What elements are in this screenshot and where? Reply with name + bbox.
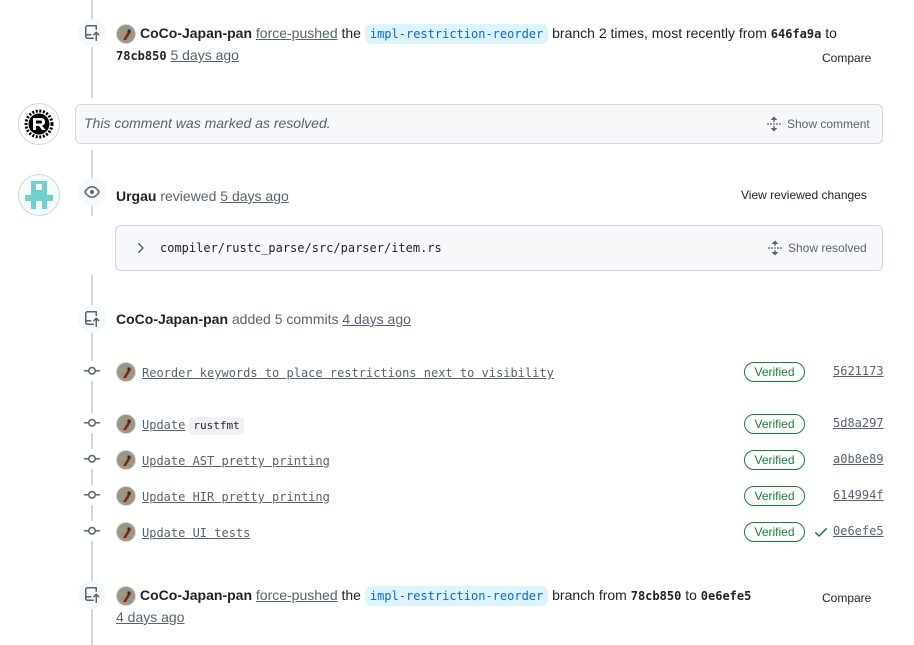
branch-label[interactable]: impl-restriction-reorder xyxy=(364,586,549,606)
commit-sha-link[interactable]: 5621173 xyxy=(833,364,884,378)
git-commit-icon xyxy=(82,485,102,505)
git-commit-icon xyxy=(82,449,102,469)
commit-message-link[interactable]: Update HIR pretty printing xyxy=(142,490,330,504)
verified-badge[interactable]: Verified xyxy=(744,522,805,542)
text-middle: branch from xyxy=(552,587,627,603)
show-comment-button[interactable]: Show comment xyxy=(766,116,870,132)
timestamp-link[interactable]: 5 days ago xyxy=(220,188,289,204)
commit-sha-link[interactable]: 0e6efe5 xyxy=(833,524,884,538)
check-icon[interactable] xyxy=(813,524,829,543)
commit-message-link[interactable]: Reorder keywords to place restrictions n… xyxy=(142,366,554,380)
chevron-right-icon[interactable] xyxy=(132,240,148,259)
verified-badge[interactable]: Verified xyxy=(744,486,805,506)
commit-message: Update AST pretty printing xyxy=(142,450,330,471)
push-event-text-line2: 4 days ago xyxy=(116,607,185,627)
commit-message: Update HIR pretty printing xyxy=(142,486,330,507)
avatar[interactable] xyxy=(116,450,136,470)
git-commit-icon xyxy=(82,361,102,381)
inline-code[interactable]: rustfmt xyxy=(189,417,244,435)
text-to: to xyxy=(825,25,837,41)
author-link[interactable]: CoCo-Japan-pan xyxy=(140,587,252,603)
author-link[interactable]: CoCo-Japan-pan xyxy=(116,311,228,327)
compare-button[interactable]: Compare xyxy=(822,591,871,605)
compare-button[interactable]: Compare xyxy=(822,51,871,65)
verified-badge[interactable]: Verified xyxy=(744,362,805,382)
view-reviewed-changes-button[interactable]: View reviewed changes xyxy=(741,188,867,202)
git-commit-icon xyxy=(82,521,102,541)
verified-badge[interactable]: Verified xyxy=(744,450,805,470)
text-added-commits: added 5 commits xyxy=(231,311,339,327)
commit-message-link[interactable]: Update UI tests xyxy=(142,526,250,540)
push-event-text: CoCo-Japan-pan force-pushed the impl-res… xyxy=(140,585,751,606)
text-the: the xyxy=(341,25,361,41)
avatar[interactable] xyxy=(18,174,60,216)
force-pushed-link[interactable]: force-pushed xyxy=(256,587,338,603)
git-commit-icon xyxy=(82,413,102,433)
from-sha[interactable]: 646fa9a xyxy=(771,27,822,41)
avatar[interactable] xyxy=(116,522,136,542)
commit-message: Reorder keywords to place restrictions n… xyxy=(142,362,554,383)
avatar[interactable] xyxy=(116,24,136,44)
text-to: to xyxy=(685,587,697,603)
commit-sha-link[interactable]: a0b8e89 xyxy=(833,452,884,466)
text-reviewed: reviewed xyxy=(160,188,217,204)
author-link[interactable]: CoCo-Japan-pan xyxy=(140,25,252,41)
commit-message-link[interactable]: Update AST pretty printing xyxy=(142,454,330,468)
commit-message: Update UI tests xyxy=(142,522,250,543)
timestamp-link[interactable]: 4 days ago xyxy=(342,311,411,327)
repo-push-icon xyxy=(78,581,106,609)
unfold-icon xyxy=(768,240,782,256)
file-path[interactable]: compiler/rustc_parse/src/parser/item.rs xyxy=(160,241,442,255)
timeline-line xyxy=(91,0,93,98)
text-the: the xyxy=(341,587,361,603)
repo-push-icon xyxy=(78,305,106,333)
avatar[interactable] xyxy=(116,362,136,382)
eye-icon xyxy=(78,178,106,206)
avatar[interactable] xyxy=(116,414,136,434)
identicon-avatar xyxy=(25,181,53,209)
to-sha[interactable]: 0e6efe5 xyxy=(701,589,752,603)
review-event-text: Urgau reviewed 5 days ago xyxy=(116,186,289,206)
commit-message: Update rustfmt xyxy=(142,414,244,435)
show-comment-label: Show comment xyxy=(787,117,870,131)
avatar[interactable] xyxy=(18,103,60,145)
push-event-text: CoCo-Japan-pan force-pushed the impl-res… xyxy=(140,23,837,44)
timestamp-link[interactable]: 4 days ago xyxy=(116,609,185,625)
verified-badge[interactable]: Verified xyxy=(744,414,805,434)
unfold-icon xyxy=(767,116,781,132)
repo-push-icon xyxy=(78,19,106,47)
show-resolved-label: Show resolved xyxy=(788,241,867,255)
avatar[interactable] xyxy=(116,586,136,606)
author-link[interactable]: Urgau xyxy=(116,188,156,204)
force-pushed-link[interactable]: force-pushed xyxy=(256,25,338,41)
rust-logo-icon xyxy=(24,109,54,139)
text-middle: branch 2 times, most recently from xyxy=(552,25,767,41)
timestamp-link[interactable]: 5 days ago xyxy=(170,47,239,63)
commit-sha-link[interactable]: 614994f xyxy=(833,488,884,502)
push-event-text-line2: 78cb850 5 days ago xyxy=(116,45,239,66)
commit-message-link[interactable]: Update xyxy=(142,418,185,432)
show-resolved-button[interactable]: Show resolved xyxy=(767,240,867,256)
resolved-comment-text: This comment was marked as resolved. xyxy=(84,115,331,131)
resolved-comment-box: This comment was marked as resolved. Sho… xyxy=(75,104,883,144)
to-sha[interactable]: 78cb850 xyxy=(116,49,167,63)
commit-sha-link[interactable]: 5d8a297 xyxy=(833,416,884,430)
review-file-box: compiler/rustc_parse/src/parser/item.rs … xyxy=(115,225,883,271)
from-sha[interactable]: 78cb850 xyxy=(631,589,682,603)
commits-event-text: CoCo-Japan-pan added 5 commits 4 days ag… xyxy=(116,309,411,329)
avatar[interactable] xyxy=(116,486,136,506)
branch-label[interactable]: impl-restriction-reorder xyxy=(364,24,549,44)
